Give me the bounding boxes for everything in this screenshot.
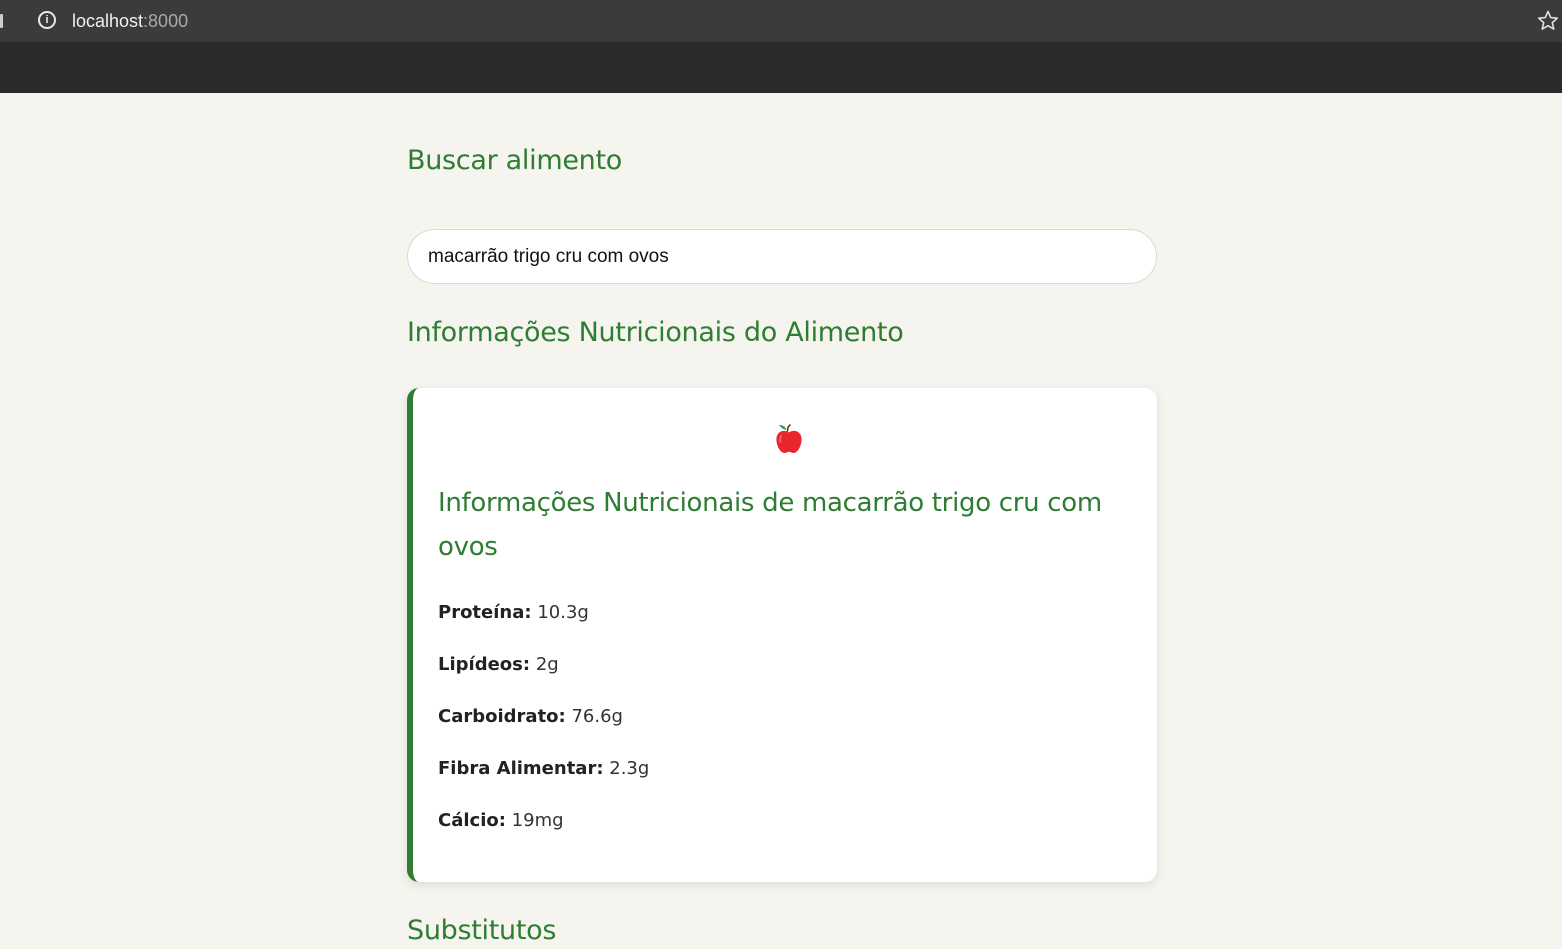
url-host: localhost	[72, 11, 144, 31]
search-input[interactable]	[407, 229, 1157, 284]
nutrient-lipids: Lipídeos: 2g	[438, 654, 559, 675]
nutrient-value: 19mg	[511, 810, 564, 831]
url-port: :8000	[143, 11, 189, 31]
page: Buscar alimento Informações Nutricionais…	[0, 93, 1562, 949]
substitutes-section-title: Substitutos	[407, 915, 557, 946]
card-title: Informações Nutricionais de macarrão tri…	[438, 488, 1102, 562]
nutrient-value: 10.3g	[537, 602, 589, 623]
nutrient-calcium: Cálcio: 19mg	[438, 810, 564, 831]
nutrient-label: Carboidrato:	[438, 706, 566, 727]
nutrient-fiber: Fibra Alimentar: 2.3g	[438, 758, 649, 779]
nutrient-value: 76.6g	[571, 706, 623, 727]
nutrient-value: 2g	[535, 654, 559, 675]
nutrient-carbohydrate: Carboidrato: 76.6g	[438, 706, 623, 727]
apple-icon	[776, 424, 802, 453]
browser-tab-strip: i localhost:8000	[0, 0, 1562, 42]
nutrient-label: Fibra Alimentar:	[438, 758, 604, 779]
bookmark-star-icon[interactable]	[1536, 8, 1560, 34]
browser-toolbar	[0, 42, 1562, 93]
url-text[interactable]: localhost:8000	[72, 11, 188, 31]
nutrient-protein: Proteína: 10.3g	[438, 602, 589, 623]
nutrient-label: Proteína:	[438, 602, 532, 623]
nutrition-card: Informações Nutricionais de macarrão tri…	[407, 388, 1157, 882]
address-bar[interactable]	[26, 3, 1526, 39]
nutrient-label: Cálcio:	[438, 810, 506, 831]
search-title: Buscar alimento	[407, 145, 622, 176]
tab-edge	[0, 14, 3, 28]
nutrient-label: Lipídeos:	[438, 654, 531, 675]
nutrition-section-title: Informações Nutricionais do Alimento	[407, 317, 904, 348]
site-info-icon[interactable]: i	[38, 11, 56, 29]
nutrient-value: 2.3g	[609, 758, 650, 779]
